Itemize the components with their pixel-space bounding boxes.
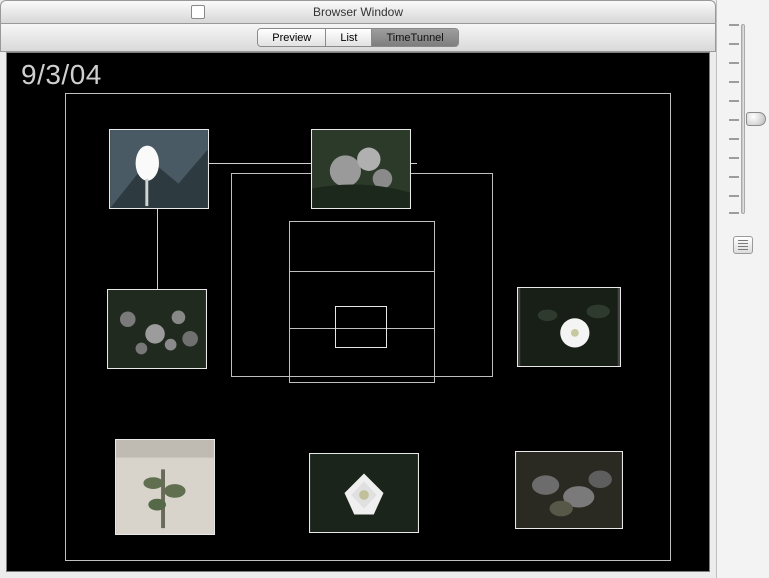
window-titlebar[interactable]: Browser Window [0, 0, 716, 24]
slider-tick [729, 195, 739, 197]
tunnel-frame-5 [335, 306, 387, 348]
connector [157, 209, 158, 289]
thumb-red-flowers-leaves[interactable] [515, 451, 623, 529]
slider-tick [729, 24, 739, 26]
thumb-white-flower-1[interactable] [109, 129, 209, 209]
slider-tick [729, 212, 739, 214]
thumb-lily[interactable] [309, 453, 419, 533]
document-icon [191, 5, 205, 19]
slider-thumb[interactable] [746, 112, 766, 126]
toolbar: Preview List TimeTunnel [0, 24, 716, 52]
view-mode-segment: Preview List TimeTunnel [257, 28, 459, 47]
tab-timetunnel[interactable]: TimeTunnel [372, 29, 457, 46]
thumb-white-flower-dark[interactable] [517, 287, 621, 367]
slider-tick [729, 62, 739, 64]
side-panel [716, 0, 769, 578]
slider-tick [729, 119, 739, 121]
date-label: 9/3/04 [21, 59, 102, 91]
slider-track [741, 24, 745, 214]
slider-tick [729, 81, 739, 83]
zoom-slider[interactable] [732, 24, 754, 214]
thumb-garden-cluster[interactable] [107, 289, 207, 369]
slider-tick [729, 100, 739, 102]
thumb-pink-flowers[interactable] [311, 129, 411, 209]
slider-tick [729, 43, 739, 45]
timetunnel-canvas: 9/3/04 [6, 52, 710, 572]
slider-tick [729, 157, 739, 159]
grid-options-button[interactable] [733, 236, 753, 254]
thumb-plant-wall[interactable] [115, 439, 215, 535]
tab-list[interactable]: List [326, 29, 372, 46]
slider-tick [729, 138, 739, 140]
window-title: Browser Window [313, 5, 403, 19]
slider-tick [729, 176, 739, 178]
list-icon [738, 240, 748, 250]
tab-preview[interactable]: Preview [258, 29, 326, 46]
